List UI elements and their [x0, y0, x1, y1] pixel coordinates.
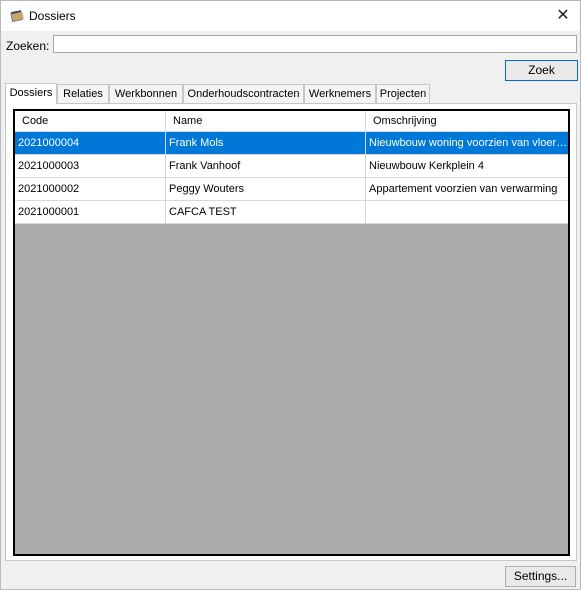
- grid-header: Code Name Omschrijving: [15, 111, 568, 132]
- window-title: Dossiers: [29, 9, 76, 23]
- cell-name: Frank Vanhoof: [166, 155, 366, 177]
- cell-omschrijving: [366, 201, 568, 223]
- cell-name: CAFCA TEST: [166, 201, 366, 223]
- search-label: Zoeken:: [6, 39, 50, 53]
- column-header-name[interactable]: Name: [166, 111, 366, 131]
- tab-relaties[interactable]: Relaties: [57, 84, 109, 103]
- search-input[interactable]: [53, 35, 577, 53]
- cell-code: 2021000003: [15, 155, 166, 177]
- cell-code: 2021000004: [15, 132, 166, 154]
- cell-code: 2021000001: [15, 201, 166, 223]
- tab-werkbonnen[interactable]: Werkbonnen: [109, 84, 183, 103]
- zoek-button[interactable]: Zoek: [505, 60, 578, 81]
- settings-button[interactable]: Settings...: [505, 566, 576, 587]
- cell-name: Frank Mols: [166, 132, 366, 154]
- tab-panel-dossiers: Code Name Omschrijving 2021000004 Frank …: [5, 103, 577, 561]
- cell-name: Peggy Wouters: [166, 178, 366, 200]
- table-row[interactable]: 2021000002 Peggy Wouters Appartement voo…: [15, 178, 568, 201]
- table-row[interactable]: 2021000003 Frank Vanhoof Nieuwbouw Kerkp…: [15, 155, 568, 178]
- books-icon: [10, 10, 24, 23]
- tab-dossiers[interactable]: Dossiers: [5, 83, 57, 104]
- cell-omschrijving: Nieuwbouw Kerkplein 4: [369, 160, 484, 172]
- column-header-code[interactable]: Code: [15, 111, 166, 131]
- cell-omschrijving: Nieuwbouw woning voorzien van vloerverwa…: [369, 137, 568, 149]
- tab-onderhoudscontracten[interactable]: Onderhoudscontracten: [183, 84, 304, 103]
- column-header-omschrijving[interactable]: Omschrijving: [366, 111, 568, 131]
- cell-omschrijving: Appartement voorzien van verwarming: [369, 183, 558, 195]
- tab-projecten[interactable]: Projecten: [376, 84, 430, 103]
- dossiers-window: Dossiers ✕ Zoeken: Zoek Dossiers Relatie…: [0, 0, 581, 590]
- table-row[interactable]: 2021000004 Frank Mols Nieuwbouw woning v…: [15, 132, 568, 155]
- dossiers-grid[interactable]: Code Name Omschrijving 2021000004 Frank …: [13, 109, 570, 556]
- close-button[interactable]: ✕: [552, 5, 574, 27]
- cell-code: 2021000002: [15, 178, 166, 200]
- table-row[interactable]: 2021000001 CAFCA TEST: [15, 201, 568, 224]
- title-bar: Dossiers ✕: [1, 1, 580, 31]
- tab-werknemers[interactable]: Werknemers: [304, 84, 376, 103]
